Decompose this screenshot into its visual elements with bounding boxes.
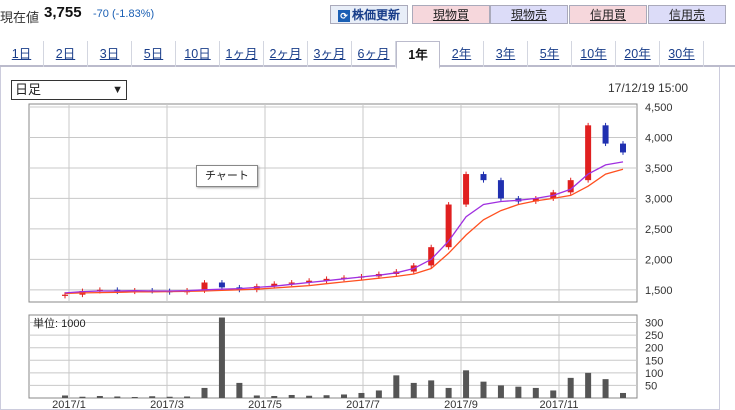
candle-body [620, 143, 626, 153]
chart-tooltip: チャート [196, 165, 258, 187]
volume-bar [96, 395, 103, 398]
volume-bar [358, 392, 365, 398]
volume-bar [567, 377, 574, 398]
candle-body [62, 294, 68, 296]
volume-tick-label: 250 [645, 330, 663, 342]
volume-bar [532, 387, 539, 398]
candle-body [218, 282, 225, 288]
x-tick-label: 2017/7 [346, 399, 380, 410]
volume-bar [428, 380, 435, 398]
volume-bar [550, 390, 557, 398]
volume-bar [79, 396, 86, 398]
volume-tick-label: 300 [645, 318, 663, 330]
price-tick-label: 2,500 [645, 224, 673, 236]
volume-bar [184, 396, 191, 398]
price-tick-label: 1,500 [645, 285, 673, 297]
volume-bar [253, 395, 260, 398]
volume-bar [62, 395, 68, 398]
volume-bar [166, 396, 173, 398]
stock-chart: 1,500 2,000 2,500 3,000 3,500 4,000 4,500 30025… [28, 102, 673, 410]
x-tick-label: 2017/5 [248, 399, 282, 410]
volume-bar [131, 396, 138, 398]
volume-bar [463, 370, 470, 398]
volume-bar [341, 394, 347, 398]
volume-bar [585, 372, 592, 398]
volume-bar [114, 396, 121, 398]
volume-bar [497, 385, 504, 398]
volume-bar [323, 395, 330, 398]
volume-tick-label: 50 [645, 380, 657, 392]
volume-bar [480, 381, 487, 398]
candle-body [480, 174, 487, 181]
price-plot-area [28, 103, 638, 303]
candle-body [585, 125, 592, 181]
candle-body [602, 125, 609, 144]
volume-bar [288, 394, 295, 398]
price-tick-label: 4,500 [645, 102, 673, 114]
x-tick-label: 2017/11 [540, 399, 579, 410]
volume-tick-label: 100 [645, 368, 663, 380]
price-tick-label: 3,500 [645, 163, 673, 175]
x-tick-label: 2017/9 [444, 399, 478, 410]
price-tick-label: 3,000 [645, 193, 673, 205]
volume-bar [218, 317, 225, 398]
volume-bar [393, 375, 400, 398]
price-tick-label: 4,000 [645, 133, 673, 145]
volume-bar [306, 395, 313, 398]
price-tick-label: 2,000 [645, 254, 673, 266]
volume-bar [620, 392, 626, 398]
volume-bar [410, 382, 417, 398]
volume-unit-label: 単位: 1000 [33, 316, 86, 330]
volume-bar [515, 386, 522, 398]
candle-body [497, 180, 504, 199]
candle-body [463, 174, 470, 205]
volume-bar [201, 387, 208, 398]
volume-bar [149, 396, 156, 398]
volume-bar [236, 382, 243, 398]
volume-bar [271, 395, 278, 398]
volume-tick-label: 150 [645, 355, 663, 367]
volume-bar [445, 387, 452, 398]
x-tick-label: 2017/1 [52, 399, 86, 410]
volume-tick-label: 200 [645, 343, 663, 355]
volume-bar [375, 390, 382, 398]
volume-bar [602, 379, 609, 398]
x-tick-label: 2017/3 [150, 399, 184, 410]
